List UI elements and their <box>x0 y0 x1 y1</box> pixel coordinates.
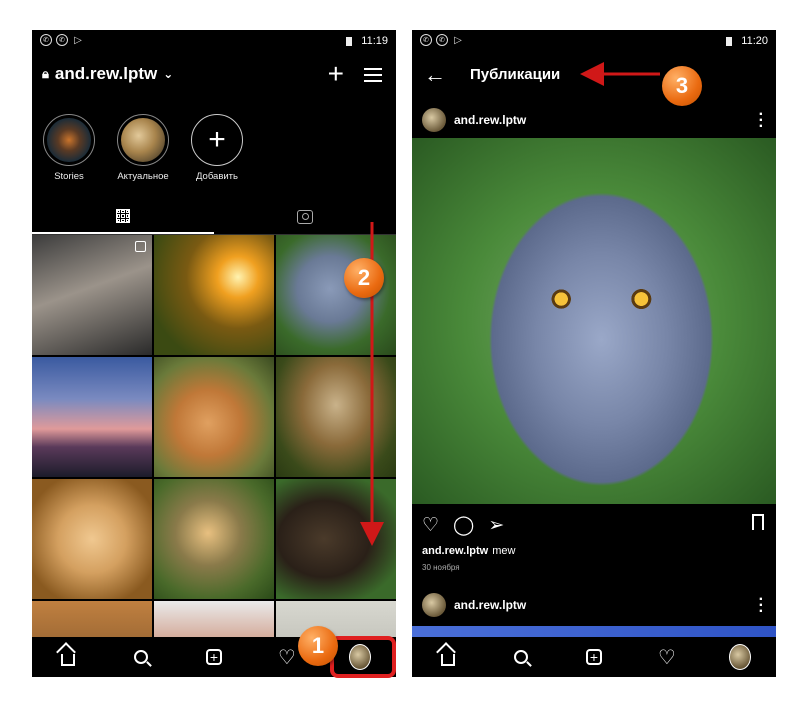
grid-icon <box>116 209 130 223</box>
post-actions: ♡ ◯ ➢ <box>422 514 504 537</box>
chevron-down-icon: ⌄ <box>163 67 174 81</box>
post-image[interactable] <box>412 138 776 504</box>
viber-icon: ✆ <box>40 34 52 46</box>
highlight-label: Актуальное <box>117 171 169 182</box>
like-heart-icon[interactable]: ♡ <box>422 514 439 537</box>
profile-tab-highlight <box>330 636 396 678</box>
new-post-icon: + <box>585 649 602 665</box>
viber-icon: ✆ <box>420 34 432 46</box>
more-icon[interactable]: · · · <box>759 592 765 620</box>
caption-username[interactable]: and.rew.lptw <box>422 545 488 557</box>
nav-profile[interactable] <box>728 644 751 670</box>
heart-icon: ♡ <box>657 646 676 669</box>
post-caption: and.rew.lptw mew <box>422 545 515 557</box>
status-time: 11:19 <box>361 35 388 47</box>
post-date: 30 ноября <box>422 563 460 572</box>
tab-tagged[interactable] <box>214 200 396 234</box>
search-icon <box>514 650 529 664</box>
battery-icon <box>726 37 732 46</box>
tab-grid[interactable] <box>32 200 214 234</box>
lock-icon: 🔒︎ <box>42 66 49 81</box>
posts-grid <box>32 235 396 677</box>
avatar <box>422 108 446 132</box>
highlight-label: Stories <box>54 171 84 182</box>
step-marker-1: 1 <box>298 626 338 666</box>
post-thumbnail[interactable] <box>32 235 152 355</box>
post-author[interactable]: and.rew.lptw <box>422 108 526 132</box>
play-store-icon: ▷ <box>74 34 82 46</box>
share-icon[interactable]: ➢ <box>488 514 504 537</box>
new-post-icon: + <box>205 649 222 665</box>
nav-search[interactable] <box>130 646 152 668</box>
highlight-add[interactable]: + Добавить <box>188 114 246 182</box>
tagged-icon <box>297 210 313 224</box>
comment-icon[interactable]: ◯ <box>453 514 474 537</box>
multiple-photos-icon <box>135 241 146 252</box>
nav-search[interactable] <box>510 646 532 668</box>
play-store-icon: ▷ <box>454 34 462 46</box>
story-highlights: Stories Актуальное + Добавить <box>40 114 246 182</box>
battery-icon <box>346 37 352 46</box>
back-arrow-icon[interactable]: ← <box>424 62 446 88</box>
heart-icon: ♡ <box>277 646 296 669</box>
nav-home[interactable] <box>57 646 79 668</box>
post-thumbnail[interactable] <box>276 235 396 355</box>
bottom-nav: + ♡ <box>412 637 776 677</box>
add-highlight-icon: + <box>191 114 243 166</box>
post-username: and.rew.lptw <box>454 113 527 127</box>
avatar <box>422 593 446 617</box>
post-thumbnail[interactable] <box>154 479 274 599</box>
post-thumbnail[interactable] <box>276 357 396 477</box>
search-icon <box>134 650 149 664</box>
highlight-label: Добавить <box>196 171 238 182</box>
home-icon <box>441 654 456 666</box>
post-username: and.rew.lptw <box>454 598 527 612</box>
post-thumbnail[interactable] <box>276 479 396 599</box>
status-bar: ✆ ✆ ▷ 11:19 <box>32 30 396 52</box>
post-thumbnail[interactable] <box>32 479 152 599</box>
next-post-author[interactable]: and.rew.lptw <box>422 593 526 617</box>
avatar <box>728 644 751 670</box>
status-bar: ✆ ✆ ▷ 11:20 <box>412 30 776 52</box>
publications-header: ← Публикации <box>412 60 776 90</box>
profile-username: and.rew.lptw <box>54 64 158 83</box>
plus-icon[interactable]: + <box>328 60 344 88</box>
more-icon[interactable]: · · · <box>759 107 765 135</box>
publications-screen: ✆ ✆ ▷ 11:20 ← Публикации and.rew.lptw · ·… <box>412 30 776 677</box>
post-thumbnail[interactable] <box>154 235 274 355</box>
nav-new-post[interactable]: + <box>203 646 225 668</box>
step-marker-3: 3 <box>662 66 702 106</box>
account-switcher[interactable]: 🔒︎ and.rew.lptw ⌄ <box>42 64 173 84</box>
whatsapp-icon: ✆ <box>56 34 68 46</box>
profile-screen: ✆ ✆ ▷ 11:19 🔒︎ and.rew.lptw ⌄ + Stories … <box>32 30 396 677</box>
whatsapp-icon: ✆ <box>436 34 448 46</box>
status-time: 11:20 <box>741 35 768 47</box>
menu-icon[interactable] <box>364 68 382 82</box>
nav-activity[interactable]: ♡ <box>656 646 678 669</box>
profile-tabs <box>32 200 396 235</box>
post-thumbnail[interactable] <box>32 357 152 477</box>
nav-activity[interactable]: ♡ <box>276 646 298 669</box>
highlight-stories[interactable]: Stories <box>40 114 98 182</box>
nav-home[interactable] <box>437 646 459 668</box>
highlight-actual[interactable]: Актуальное <box>114 114 172 182</box>
page-title: Публикации <box>470 66 561 83</box>
post-thumbnail[interactable] <box>154 357 274 477</box>
home-icon <box>61 654 76 666</box>
bookmark-icon[interactable] <box>752 514 764 534</box>
step-marker-2: 2 <box>344 258 384 298</box>
nav-new-post[interactable]: + <box>583 646 605 668</box>
caption-text: mew <box>492 545 516 557</box>
